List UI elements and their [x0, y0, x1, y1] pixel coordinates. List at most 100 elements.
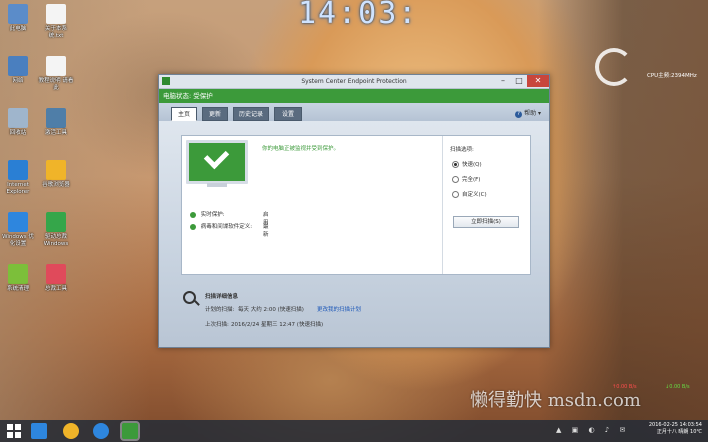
- net-download-speed: ↓0.00 B/s: [665, 384, 690, 390]
- last-scan-label: 上次扫描:: [205, 322, 229, 328]
- tab-home[interactable]: 主页: [171, 107, 197, 121]
- status-label: 病毒和间谍软件定义:: [200, 224, 253, 230]
- clock-widget: 14:03:: [298, 0, 419, 31]
- tray-lunar: 正月十八 晴朗 10℃: [656, 429, 702, 435]
- scan-option-quick[interactable]: 快速(Q): [452, 160, 482, 168]
- magnifier-handle: [194, 300, 200, 306]
- desktop-icon-label: 此电脑: [9, 26, 27, 32]
- tray-clock[interactable]: 2016-02-25 14:03:54 正月十八 晴朗 10℃: [649, 422, 702, 436]
- desktop-icon-label: 教程说明 请看此: [38, 78, 74, 91]
- desktop-icon-label: Internet Explorer: [6, 182, 30, 195]
- help-menu[interactable]: ? 帮助 ▾: [515, 108, 541, 118]
- net-upload-speed: ↑0.00 B/s: [612, 384, 637, 390]
- desktop-icon-label: 网络: [12, 78, 24, 84]
- radio-icon: [452, 176, 459, 183]
- chrome-icon[interactable]: [63, 423, 79, 439]
- desktop-icon[interactable]: 此电脑: [0, 4, 36, 33]
- desktop-icon[interactable]: 驱动总裁 Windows: [38, 212, 74, 247]
- cpu-widget: CPU主频:2394MHz: [595, 48, 705, 96]
- desktop-icon-label: 系统清理: [6, 286, 29, 292]
- cleaner-icon: [8, 264, 28, 284]
- status-label: 实时保护:: [200, 212, 225, 218]
- minimize-button[interactable]: –: [495, 75, 511, 87]
- desktop-icon[interactable]: 关于本系统.txt: [38, 4, 74, 39]
- cpu-label: CPU主频:2394MHz: [647, 73, 697, 79]
- desktop-icon[interactable]: 回收站: [0, 108, 36, 137]
- radio-icon: [452, 161, 459, 168]
- window-title: System Center Endpoint Protection: [301, 78, 407, 85]
- desktop-icon[interactable]: 教程说明 请看此: [38, 56, 74, 91]
- desktop-icon-label: 谷歌浏览器: [42, 182, 70, 188]
- status-panel: 你的电脑正被监视并受到保护。 实时保护: 启用 病毒和间谍软件定义: 最新 扫描…: [181, 135, 531, 275]
- tray-date: 2016-02-25: [648, 422, 678, 428]
- recycle-bin-icon: [8, 108, 28, 128]
- scan-now-button[interactable]: 立即扫描(S): [453, 216, 519, 228]
- settings-gears-icon: [8, 212, 28, 232]
- status-value: 最新: [263, 224, 269, 238]
- radio-icon: [452, 191, 459, 198]
- tray-time: 14:03:54: [679, 422, 702, 428]
- settings-gears-icon[interactable]: [93, 423, 109, 439]
- document-icon: [46, 56, 66, 76]
- desktop-icon[interactable]: 系统清理: [0, 264, 36, 293]
- ok-check-icon: [190, 223, 196, 230]
- desktop-icon-label: Windows 优化设置: [2, 234, 34, 247]
- chrome-icon: [46, 160, 66, 180]
- scan-option-full[interactable]: 完全(F): [452, 175, 480, 183]
- desktop-icon-label: 回收站: [9, 130, 27, 136]
- taskbar: ▲ ▣ ◐ ♪ ✉ 2016-02-25 14:03:54 正月十八 晴朗 10…: [0, 420, 708, 442]
- monitor-stand: [207, 183, 227, 187]
- last-scan-value: 2016/2/24 星期三 12:47 (快速扫描): [231, 322, 324, 328]
- driver-icon: [46, 212, 66, 232]
- help-icon: ?: [515, 111, 523, 118]
- status-row-definitions: 病毒和间谍软件定义: 最新: [190, 222, 269, 238]
- ok-check-icon: [190, 211, 196, 218]
- radio-label: 完全(F): [462, 177, 481, 183]
- tab-history[interactable]: 历史记录: [233, 107, 269, 121]
- scheduled-scan-label: 计划的扫描:: [205, 307, 235, 313]
- desktop-icon[interactable]: 总裁工具: [38, 264, 74, 293]
- title-bar[interactable]: System Center Endpoint Protection – □ ✕: [159, 75, 549, 89]
- radio-label: 自定义(C): [462, 192, 487, 198]
- internet-explorer-icon: [8, 160, 28, 180]
- maximize-button[interactable]: □: [511, 75, 527, 87]
- scan-options-title: 扫描选项:: [450, 147, 474, 153]
- window-controls: – □ ✕: [495, 75, 549, 87]
- checkmark-icon: [203, 143, 230, 170]
- scan-option-custom[interactable]: 自定义(C): [452, 190, 487, 198]
- desktop-icon[interactable]: Internet Explorer: [0, 160, 36, 195]
- close-button[interactable]: ✕: [527, 75, 549, 87]
- endpoint-protection-taskbar-icon[interactable]: [120, 421, 140, 441]
- windows-logo-icon: [7, 424, 21, 438]
- text-file-icon: [46, 4, 66, 24]
- desktop-icon[interactable]: 激活工具: [38, 108, 74, 137]
- activation-tool-icon: [46, 108, 66, 128]
- desktop-icon[interactable]: 谷歌浏览器: [38, 160, 74, 189]
- desktop-icon-label: 关于本系统.txt: [44, 26, 67, 39]
- protection-message: 你的电脑正被监视并受到保护。: [262, 146, 340, 152]
- taskbar-app-1-icon[interactable]: [31, 423, 47, 439]
- start-button[interactable]: [6, 423, 22, 439]
- desktop-icon[interactable]: 网络: [0, 56, 36, 85]
- cpu-gauge-icon: [595, 48, 633, 86]
- tray-icons[interactable]: ▲ ▣ ◐ ♪ ✉: [556, 426, 629, 434]
- radio-label: 快速(Q): [462, 162, 482, 168]
- desktop-icon-label: 激活工具: [44, 130, 67, 136]
- status-row-realtime: 实时保护: 启用: [190, 210, 269, 226]
- desktop-icon[interactable]: Windows 优化设置: [0, 212, 36, 247]
- panel-divider: [442, 136, 443, 274]
- desktop-icon-label: 总裁工具: [44, 286, 67, 292]
- toolbox-icon: [46, 264, 66, 284]
- help-label: 帮助: [524, 110, 537, 117]
- protected-monitor-icon: [186, 140, 248, 184]
- tab-update[interactable]: 更新: [202, 107, 228, 121]
- tab-bar: 主页 更新 历史记录 设置 ? 帮助 ▾: [159, 103, 549, 121]
- change-scan-schedule-link[interactable]: 更改我的扫描计划: [317, 305, 361, 313]
- desktop-icon-label: 驱动总裁 Windows: [43, 234, 69, 247]
- window-body: 你的电脑正被监视并受到保护。 实时保护: 启用 病毒和间谍软件定义: 最新 扫描…: [159, 121, 549, 347]
- endpoint-protection-window: System Center Endpoint Protection – □ ✕ …: [158, 74, 550, 348]
- tab-settings[interactable]: 设置: [274, 107, 302, 121]
- scan-details-title: 扫描详细信息: [205, 294, 239, 300]
- scheduled-scan-value: 每天 大约 2:00 (快速扫描): [238, 307, 304, 313]
- computer-icon: [8, 4, 28, 24]
